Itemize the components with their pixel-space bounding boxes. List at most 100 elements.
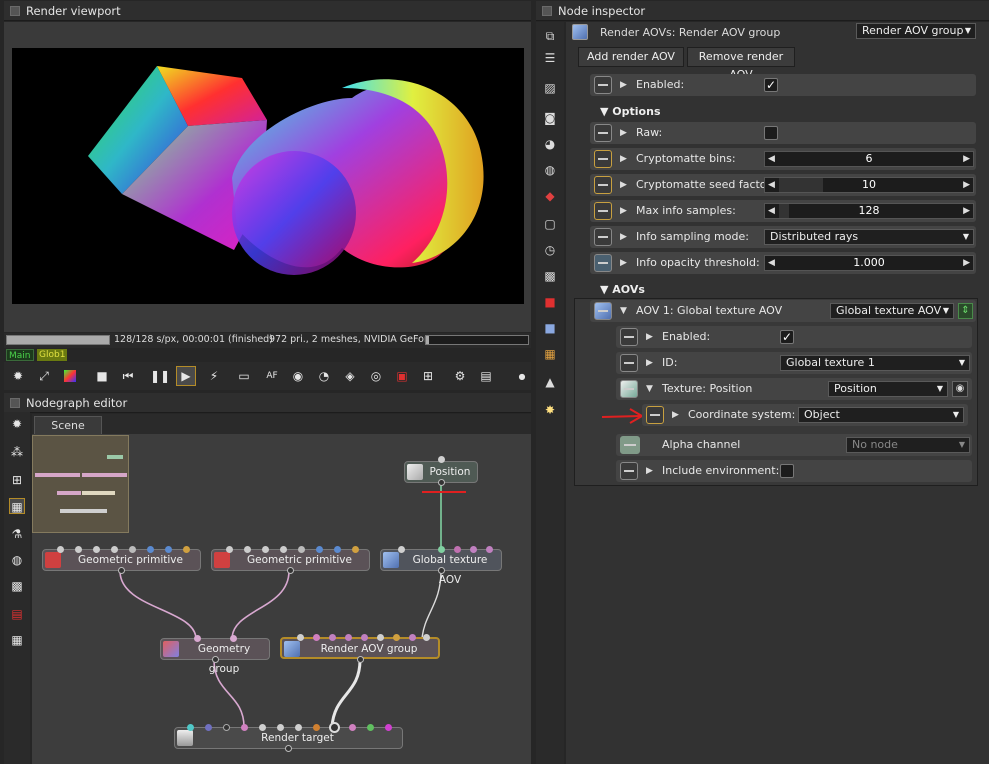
node-render-aov-group[interactable]: Render AOV group — [280, 634, 440, 663]
decrement-icon[interactable]: ◀ — [768, 178, 775, 192]
aov-1-type-dropdown[interactable]: Global texture AOV ▼ — [830, 303, 954, 319]
camera-pick-icon[interactable]: ◔ — [314, 366, 334, 386]
input-pin[interactable] — [129, 546, 136, 553]
pin-connector-icon[interactable] — [620, 462, 638, 480]
sun-icon[interactable]: ✸ — [542, 402, 558, 418]
lightning-icon[interactable]: ⚡ — [204, 366, 224, 386]
input-pin[interactable] — [241, 724, 248, 731]
camera-reset-icon[interactable]: ✹ — [8, 366, 28, 386]
aov-icon[interactable]: ▤ — [9, 606, 25, 622]
expand-icon[interactable]: ▶ — [620, 252, 627, 274]
panel-toggle-icon[interactable] — [10, 398, 20, 408]
pause-icon[interactable]: ❚❚ — [150, 366, 170, 386]
coordinate-system-dropdown[interactable]: Object ▼ — [798, 407, 964, 423]
landscape-icon[interactable]: ▲ — [542, 374, 558, 390]
expand-icon[interactable]: ▶ — [646, 326, 653, 348]
collapse-icon[interactable]: ▼ — [620, 300, 627, 322]
input-pin[interactable] — [423, 634, 430, 641]
aovs-section-header[interactable]: ▼ AOVs — [600, 283, 645, 296]
input-pin[interactable] — [298, 546, 305, 553]
input-pin[interactable] — [367, 724, 374, 731]
cryptomatte-bins-input[interactable]: ◀ 6 ▶ — [764, 151, 974, 167]
node-geometric-primitive-1[interactable]: Geometric primitive — [42, 546, 201, 574]
color-cube-icon[interactable] — [60, 366, 80, 386]
geometry-icon[interactable]: ◕ — [542, 136, 558, 152]
texture-icon[interactable]: ▩ — [542, 268, 558, 284]
output-pin[interactable] — [287, 567, 294, 574]
input-pin-selected[interactable] — [329, 722, 340, 733]
include-environment-checkbox[interactable] — [780, 464, 794, 478]
layout-icon[interactable]: ⁂ — [9, 444, 25, 460]
raw-checkbox[interactable] — [764, 126, 778, 140]
expand-icon[interactable]: ▶ — [646, 352, 653, 374]
image-icon[interactable]: ▨ — [542, 80, 558, 96]
enabled-checkbox[interactable]: ✓ — [764, 78, 778, 92]
input-pin[interactable] — [244, 546, 251, 553]
expand-icon[interactable]: ▶ — [672, 404, 679, 426]
aov-pin-icon[interactable] — [594, 302, 612, 320]
increment-icon[interactable]: ▶ — [963, 204, 970, 218]
reorder-icon[interactable]: ⇕ — [958, 303, 973, 319]
input-pin[interactable] — [93, 546, 100, 553]
expand-icon[interactable]: ▶ — [620, 200, 627, 222]
blue-cube-icon[interactable]: ■ — [542, 320, 558, 336]
input-pin[interactable] — [393, 634, 400, 641]
nodegraph-minimap[interactable] — [32, 435, 129, 533]
input-pin[interactable] — [230, 635, 237, 642]
grid-icon[interactable]: ⊞ — [9, 472, 25, 488]
info-opacity-input[interactable]: ◀ 1.000 ▶ — [764, 255, 974, 271]
pin-connector-icon[interactable] — [594, 202, 612, 220]
node-render-target[interactable]: Render target — [174, 722, 403, 752]
max-info-samples-input[interactable]: ◀ 128 ▶ — [764, 203, 974, 219]
info-sampling-mode-dropdown[interactable]: Distributed rays ▼ — [764, 229, 974, 245]
fit-view-icon[interactable]: ⤢ — [34, 366, 54, 386]
decrement-icon[interactable]: ◀ — [768, 152, 775, 166]
camera-icon[interactable]: ◙ — [542, 110, 558, 126]
aov-enabled-checkbox[interactable]: ✓ — [780, 330, 794, 344]
pin-connector-icon[interactable] — [620, 354, 638, 372]
cryptomatte-seed-input[interactable]: ◀ 10 ▶ — [764, 177, 974, 193]
film-region-icon[interactable]: ⊞ — [418, 366, 438, 386]
expand-icon[interactable]: ▶ — [620, 74, 627, 96]
input-pin[interactable] — [111, 546, 118, 553]
input-pin[interactable] — [295, 724, 302, 731]
input-pin[interactable] — [297, 634, 304, 641]
input-pin[interactable] — [259, 724, 266, 731]
input-pin[interactable] — [361, 634, 368, 641]
input-pin[interactable] — [454, 546, 461, 553]
render-region-icon[interactable]: ▣ — [392, 366, 412, 386]
output-pin[interactable] — [118, 567, 125, 574]
input-pin[interactable] — [187, 724, 194, 731]
input-pin[interactable] — [438, 456, 445, 463]
increment-icon[interactable]: ▶ — [963, 256, 970, 270]
input-pin[interactable] — [334, 546, 341, 553]
expand-icon[interactable]: ▶ — [620, 226, 627, 248]
output-pin[interactable] — [438, 567, 445, 574]
restart-icon[interactable]: ⏮ — [118, 366, 138, 386]
texture-icon[interactable]: ▩ — [9, 578, 25, 594]
pin-connector-icon[interactable] — [594, 228, 612, 246]
panel-toggle-icon[interactable] — [10, 6, 20, 16]
input-pin[interactable] — [486, 546, 493, 553]
expand-icon[interactable]: ▶ — [620, 122, 627, 144]
node-global-texture-aov[interactable]: Global texture AOV — [380, 546, 502, 586]
id-dropdown[interactable]: Global texture 1 ▼ — [780, 355, 970, 371]
input-pin[interactable] — [147, 546, 154, 553]
input-pin[interactable] — [438, 546, 445, 553]
increment-icon[interactable]: ▶ — [963, 152, 970, 166]
object-pick-icon[interactable]: ◎ — [366, 366, 386, 386]
curve-pin-icon[interactable] — [594, 254, 612, 272]
pin-connector-icon[interactable] — [594, 124, 612, 142]
input-pin[interactable] — [352, 546, 359, 553]
input-pin[interactable] — [313, 724, 320, 731]
stop-icon[interactable]: ■ — [92, 366, 112, 386]
input-pin[interactable] — [280, 546, 287, 553]
output-pin[interactable] — [212, 656, 219, 663]
pin-connector-icon[interactable] — [594, 150, 612, 168]
camera-node-icon[interactable]: ✹ — [9, 416, 25, 432]
panel-toggle-icon[interactable] — [542, 6, 552, 16]
alpha-channel-dropdown[interactable]: No node ▼ — [846, 437, 970, 453]
node-position[interactable]: Position — [404, 456, 478, 486]
alpha-pin-icon[interactable] — [620, 436, 640, 454]
input-pin[interactable] — [316, 546, 323, 553]
